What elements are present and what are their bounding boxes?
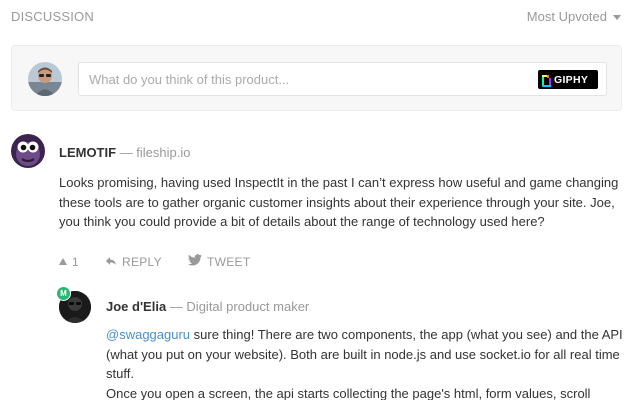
reply-paragraph-1: @swaggaguru sure thing! There are two co…	[106, 325, 626, 384]
reply-icon	[105, 255, 117, 269]
comment-actions: 1 REPLY TWEET	[59, 254, 276, 269]
tweet-button[interactable]: TWEET	[187, 254, 251, 269]
commenter-avatar[interactable]	[11, 134, 45, 168]
comment-author-name[interactable]: LEMOTIF	[59, 145, 116, 160]
chevron-down-icon	[613, 15, 621, 20]
sort-label: Most Upvoted	[526, 9, 607, 24]
comment-compose-box: GIPHY	[11, 45, 622, 111]
sort-dropdown[interactable]: Most Upvoted	[527, 9, 621, 24]
reply-label: REPLY	[121, 254, 162, 269]
comment-input-wrapper: GIPHY	[78, 62, 607, 96]
reply-author-line: Joe d'Elia — Digital product maker	[106, 299, 309, 314]
discussion-header: DISCUSSION Most Upvoted	[11, 0, 629, 34]
author-separator: —	[169, 299, 183, 314]
upvote-icon	[59, 258, 67, 265]
current-user-avatar	[28, 62, 62, 96]
giphy-button[interactable]: GIPHY	[538, 70, 598, 89]
reply-author-role: Digital product maker	[186, 299, 310, 314]
comment-author-role: fileship.io	[136, 145, 191, 160]
giphy-icon	[542, 74, 551, 87]
reply-author-name[interactable]: Joe d'Elia	[106, 299, 166, 314]
tweet-label: TWEET	[206, 254, 251, 269]
author-separator: —	[119, 145, 133, 160]
discussion-title: DISCUSSION	[11, 9, 94, 24]
giphy-label: GIPHY	[554, 73, 589, 86]
comment-author-line: LEMOTIF — fileship.io	[59, 145, 191, 160]
reply-body: @swaggaguru sure thing! There are two co…	[106, 325, 626, 400]
comment-input[interactable]	[79, 63, 519, 95]
twitter-icon	[187, 254, 202, 269]
maker-badge: M	[56, 286, 71, 301]
upvote-count: 1	[72, 254, 79, 269]
upvote-button[interactable]: 1	[59, 255, 79, 269]
comment-body: Looks promising, having used InspectIt i…	[59, 175, 619, 229]
reply-paragraph-2: Once you open a screen, the api starts c…	[106, 385, 591, 400]
reply-button[interactable]: REPLY	[105, 255, 162, 269]
mention-link[interactable]: @swaggaguru	[106, 327, 190, 342]
